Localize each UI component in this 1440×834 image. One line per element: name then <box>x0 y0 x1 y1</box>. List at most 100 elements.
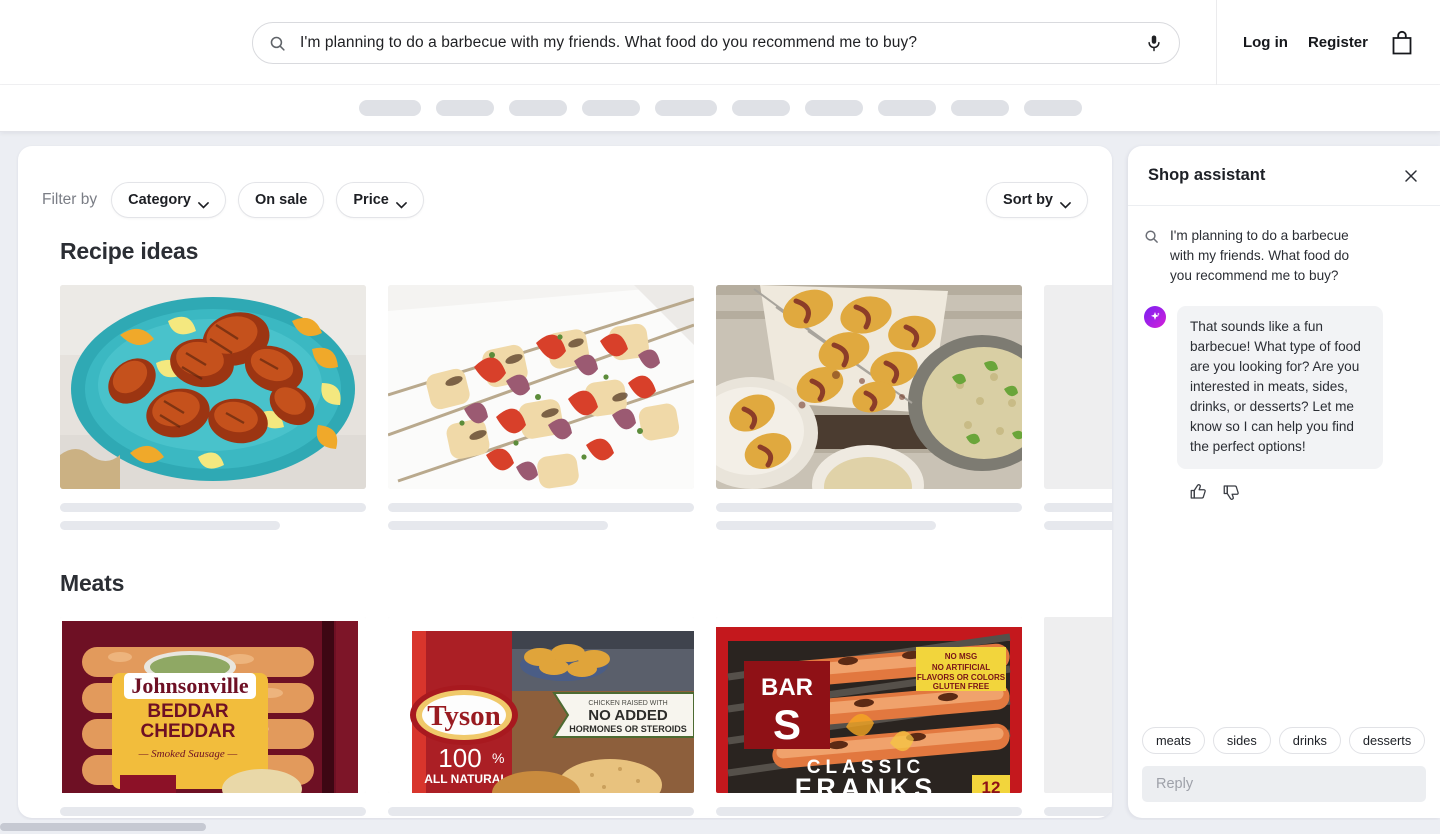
recipe-card-bbq-chicken[interactable] <box>60 285 366 530</box>
assistant-message: That sounds like a fun barbecue! What ty… <box>1144 306 1422 469</box>
assistant-footer: meats sides drinks desserts Reply <box>1128 727 1440 818</box>
svg-text:— Smoked Sausage —: — Smoked Sausage — <box>138 748 238 760</box>
assistant-title: Shop assistant <box>1148 166 1266 184</box>
svg-text:GLUTEN FREE: GLUTEN FREE <box>933 682 990 691</box>
product-title-skeleton <box>60 807 366 816</box>
primary-nav <box>0 85 1440 132</box>
suggestion-chip-drinks[interactable]: drinks <box>1278 727 1341 754</box>
product-card-placeholder[interactable] <box>1044 617 1112 816</box>
suggestion-chips: meats sides drinks desserts <box>1142 727 1426 754</box>
recipe-subtitle-skeleton <box>388 521 609 530</box>
svg-text:FRANKS: FRANKS <box>795 773 938 793</box>
section-recipe-ideas: Recipe ideas <box>18 224 1112 530</box>
register-button[interactable]: Register <box>1308 34 1368 51</box>
chevron-down-icon <box>395 197 407 209</box>
user-message-text: I'm planning to do a barbecue with my fr… <box>1170 228 1350 283</box>
shopping-bag-icon[interactable] <box>1390 30 1414 56</box>
recipe-subtitle-skeleton <box>60 521 281 530</box>
svg-text:Tyson: Tyson <box>427 700 501 732</box>
recipe-card-grid <box>18 265 1112 530</box>
filter-chip-on-sale[interactable]: On sale <box>237 182 325 218</box>
nav-item-skeleton-9[interactable] <box>950 100 1009 116</box>
product-image-bar-s: BAR S NO MSG NO ARTIFICIAL FLAVORS OR CO… <box>716 617 1022 793</box>
product-image-johnsonville: Johnsonville BEDDAR CHEDDAR — Smoked Sau… <box>60 617 366 793</box>
svg-text:BAR: BAR <box>761 674 813 701</box>
recipe-subtitle-skeleton <box>1044 521 1112 530</box>
user-message: I'm planning to do a barbecue with my fr… <box>1144 226 1422 286</box>
recipe-image-bbq-chicken <box>60 285 366 489</box>
nav-item-skeleton-6[interactable] <box>731 100 790 116</box>
svg-text:S: S <box>773 701 801 748</box>
svg-text:NO MSG: NO MSG <box>945 652 977 661</box>
nav-item-skeleton-5[interactable] <box>654 100 717 116</box>
filter-chip-on-sale-label: On sale <box>254 192 308 208</box>
search-input-value[interactable]: I'm planning to do a barbecue with my fr… <box>300 34 1145 52</box>
meat-card-grid: Johnsonville BEDDAR CHEDDAR — Smoked Sau… <box>18 597 1112 816</box>
header-account-area: Log in Register <box>1215 0 1414 85</box>
svg-text:Johnsonville: Johnsonville <box>131 673 249 698</box>
recipe-image-skewers-couscous <box>716 285 1022 489</box>
shop-assistant-panel: Shop assistant I'm planning to do a barb… <box>1128 146 1440 818</box>
recipe-card-chicken-kebabs[interactable] <box>388 285 694 530</box>
product-card-tyson[interactable]: Tyson 100 % ALL NATURAL CHICKEN RAISED W… <box>388 617 694 816</box>
filter-bar: Filter by Category On sale Price Sort by <box>18 146 1112 224</box>
product-title-skeleton <box>388 807 694 816</box>
recipe-image-chicken-kebabs <box>388 285 694 489</box>
app-root: I'm planning to do a barbecue with my fr… <box>0 0 1440 834</box>
catalog-panel: Filter by Category On sale Price Sort by <box>18 146 1112 818</box>
svg-text:NO ADDED: NO ADDED <box>588 707 668 724</box>
nav-item-skeleton-2[interactable] <box>435 100 494 116</box>
nav-item-skeleton-3[interactable] <box>508 100 567 116</box>
recipe-title-skeleton <box>388 503 694 512</box>
nav-item-skeleton-4[interactable] <box>581 100 640 116</box>
suggestion-chip-desserts[interactable]: desserts <box>1348 727 1426 754</box>
svg-text:BEDDAR: BEDDAR <box>147 701 229 722</box>
scrollbar-thumb[interactable] <box>0 823 206 831</box>
close-icon[interactable] <box>1400 165 1422 187</box>
svg-text:100: 100 <box>438 743 481 773</box>
section-meats: Meats Johnsonville BEDDAR CHEDDAR — Smok… <box>18 556 1112 816</box>
svg-text:ALL NATURAL: ALL NATURAL <box>424 772 508 786</box>
sort-by-button[interactable]: Sort by <box>986 182 1088 218</box>
svg-text:12: 12 <box>982 778 1001 793</box>
nav-item-skeleton-1[interactable] <box>358 100 421 116</box>
filter-by-label: Filter by <box>42 191 98 208</box>
recipe-card-skewers-couscous[interactable] <box>716 285 1022 530</box>
recipe-title-skeleton <box>60 503 366 512</box>
product-title-skeleton <box>716 807 1022 816</box>
thumbs-up-icon[interactable] <box>1189 483 1207 506</box>
thumbs-down-icon[interactable] <box>1222 483 1240 506</box>
svg-text:%: % <box>492 750 504 766</box>
recipe-title-skeleton <box>716 503 1022 512</box>
nav-item-skeleton-8[interactable] <box>877 100 936 116</box>
filter-chip-price[interactable]: Price <box>336 182 424 218</box>
login-button[interactable]: Log in <box>1243 34 1288 51</box>
chevron-down-icon <box>1060 197 1071 209</box>
recipe-image-placeholder <box>1044 285 1112 489</box>
section-title: Recipe ideas <box>60 238 199 264</box>
search-bar[interactable]: I'm planning to do a barbecue with my fr… <box>252 22 1180 64</box>
sparkle-icon <box>1144 306 1166 328</box>
message-feedback <box>1144 469 1422 506</box>
microphone-icon[interactable] <box>1145 34 1163 52</box>
horizontal-scrollbar[interactable] <box>0 820 1440 834</box>
product-card-johnsonville[interactable]: Johnsonville BEDDAR CHEDDAR — Smoked Sau… <box>60 617 366 816</box>
reply-input[interactable]: Reply <box>1142 766 1426 802</box>
suggestion-chip-meats[interactable]: meats <box>1142 727 1205 754</box>
search-icon <box>269 35 286 52</box>
recipe-card-placeholder[interactable] <box>1044 285 1112 530</box>
filter-chip-category[interactable]: Category <box>111 182 226 218</box>
recipe-subtitle-skeleton <box>716 521 937 530</box>
nav-item-skeleton-10[interactable] <box>1023 100 1082 116</box>
assistant-header: Shop assistant <box>1128 146 1440 206</box>
nav-item-skeleton-7[interactable] <box>804 100 863 116</box>
chevron-down-icon <box>198 197 209 209</box>
svg-text:CHEDDAR: CHEDDAR <box>141 721 236 742</box>
recipe-title-skeleton <box>1044 503 1112 512</box>
suggestion-chip-sides[interactable]: sides <box>1212 727 1271 754</box>
svg-text:CHICKEN RAISED WITH: CHICKEN RAISED WITH <box>588 700 667 707</box>
product-image-placeholder <box>1044 617 1112 793</box>
product-card-bar-s[interactable]: BAR S NO MSG NO ARTIFICIAL FLAVORS OR CO… <box>716 617 1022 816</box>
svg-text:HORMONES OR STEROIDS: HORMONES OR STEROIDS <box>569 724 687 734</box>
section-title: Meats <box>60 570 125 596</box>
